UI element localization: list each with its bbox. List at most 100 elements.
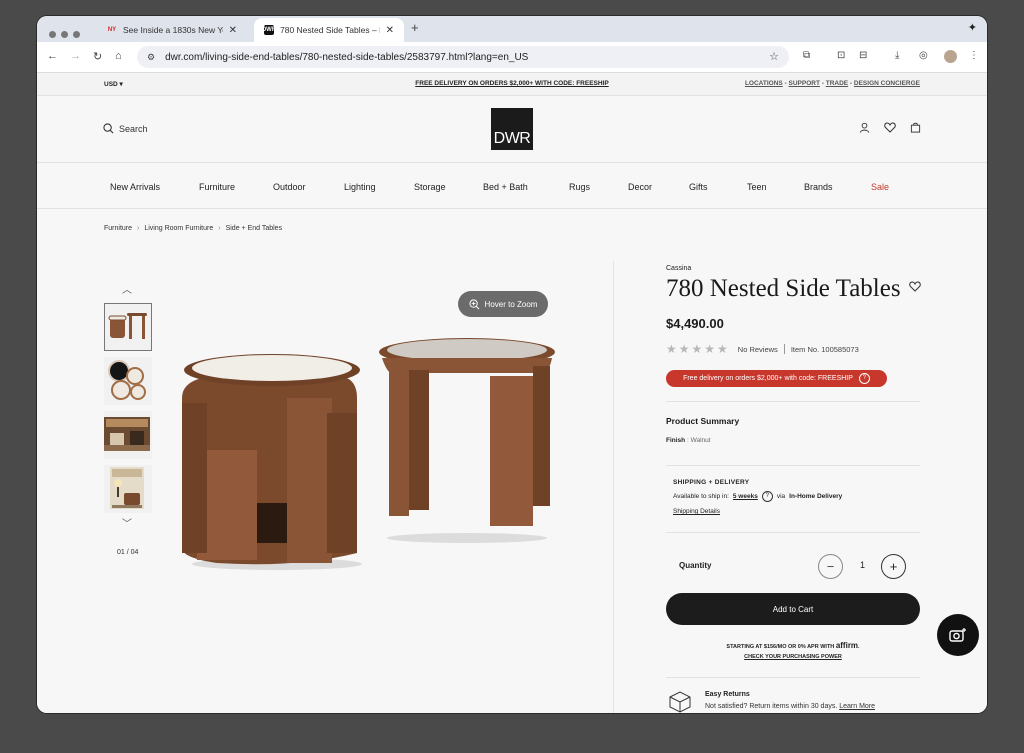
nav-sale[interactable]: Sale (871, 182, 889, 192)
nav-furniture[interactable]: Furniture (199, 182, 235, 192)
site-settings-icon[interactable]: ⚙ (147, 52, 155, 63)
help-circle-icon[interactable]: ? (858, 373, 870, 384)
locations-link[interactable]: LOCATIONS (745, 80, 783, 87)
web-page: USD ▾ FREE DELIVERY ON ORDERS $2,000+ WI… (37, 73, 987, 713)
product-main-image[interactable] (177, 328, 577, 588)
favorite-heart-icon[interactable] (909, 281, 921, 292)
divider (666, 465, 920, 466)
bookmark-star-icon[interactable]: ☆ (769, 50, 779, 63)
tab-search-icon[interactable]: ⊟ (859, 50, 867, 61)
help-circle-icon[interactable]: ? (761, 491, 773, 502)
utility-bar: USD ▾ FREE DELIVERY ON ORDERS $2,000+ WI… (37, 73, 987, 96)
add-to-cart-button[interactable]: Add to Cart (666, 593, 920, 625)
camera-search-button[interactable] (937, 614, 979, 656)
close-tab-icon[interactable]: ✕ (386, 25, 394, 36)
quantity-label: Quantity (679, 561, 712, 570)
free-delivery-text: Free delivery on orders $2,000+ with cod… (683, 375, 853, 382)
nav-bed-bath[interactable]: Bed + Bath (483, 182, 528, 192)
thumbnail-image (108, 313, 147, 339)
thumbnail-1[interactable] (104, 303, 152, 351)
star-rating-icon[interactable]: ★★★★★ (666, 342, 730, 356)
tab-title: 780 Nested Side Tables – De (280, 25, 380, 35)
reviews-count[interactable]: No Reviews (738, 345, 778, 354)
url-text: dwr.com/living-side-end-tables/780-neste… (165, 51, 529, 63)
camera-icon (949, 628, 966, 642)
close-tab-icon[interactable]: ✕ (229, 25, 237, 36)
lead-time-link[interactable]: 5 weeks (733, 493, 758, 500)
breadcrumb-side-end-tables[interactable]: Side + End Tables (226, 225, 283, 232)
delivery-method: In-Home Delivery (789, 493, 843, 500)
maximize-window-button[interactable] (73, 31, 80, 38)
thumbnail-4[interactable] (104, 465, 152, 513)
address-bar[interactable]: ⚙ dwr.com/living-side-end-tables/780-nes… (137, 46, 789, 68)
tab-favicon: NY (107, 27, 117, 33)
lens-icon[interactable]: ⊡ (837, 50, 845, 61)
search-label: Search (119, 123, 148, 134)
menu-kebab-icon[interactable]: ⋮ (969, 50, 979, 61)
finish-value: Walnut (690, 437, 711, 444)
download-icon[interactable]: ⤓ (895, 50, 899, 61)
shipping-details-link[interactable]: Shipping Details (673, 508, 842, 515)
shopping-bag-icon[interactable] (910, 122, 921, 133)
dwr-logo[interactable]: DWR (491, 108, 533, 150)
thumbnail-image (108, 360, 146, 400)
forward-icon[interactable]: → (70, 50, 81, 62)
browser-tab-2[interactable]: DWR 780 Nested Side Tables – De ✕ (254, 18, 404, 42)
browser-toolbar: ← → ↻ ⌂ ⚙ dwr.com/living-side-end-tables… (37, 42, 987, 73)
affirm-logo: affirm (835, 641, 859, 650)
finish-row: Finish : Walnut (666, 437, 711, 444)
finish-label: Finish (666, 437, 686, 444)
product-title: 780 Nested Side Tables (666, 275, 901, 302)
search-button[interactable]: Search (103, 123, 148, 134)
shipping-section: SHIPPING + DELIVERY Available to ship in… (673, 479, 842, 515)
browser-tab-1[interactable]: NY See Inside a 1830s New York ✕ (97, 18, 247, 42)
extensions-icon[interactable]: ⧉ (803, 50, 810, 61)
home-icon[interactable]: ⌂ (115, 50, 122, 62)
quantity-increase-button[interactable]: + (881, 554, 906, 579)
nav-outdoor[interactable]: Outdoor (273, 182, 306, 192)
close-window-button[interactable] (49, 31, 56, 38)
account-icon[interactable] (859, 122, 870, 133)
minimize-window-button[interactable] (61, 31, 68, 38)
thumbnails-down-chevron-icon[interactable]: ﹀ (122, 515, 132, 530)
nav-brands[interactable]: Brands (804, 182, 833, 192)
nav-decor[interactable]: Decor (628, 182, 652, 192)
thumbnail-3[interactable] (104, 411, 152, 459)
shipping-heading: SHIPPING + DELIVERY (673, 479, 750, 486)
shipping-availability: Available to ship in: 5 weeks ? via In-H… (673, 491, 843, 502)
performance-icon[interactable]: ◎ (919, 50, 928, 61)
thumbnail-2[interactable] (104, 357, 152, 405)
nav-rugs[interactable]: Rugs (569, 182, 590, 192)
design-concierge-link[interactable]: DESIGN CONCIERGE (854, 80, 920, 87)
check-purchasing-power-link[interactable]: CHECK YOUR PURCHASING POWER (666, 652, 920, 662)
quantity-value[interactable]: 1 (860, 560, 865, 570)
chevron-right-icon: › (137, 225, 140, 232)
trade-link[interactable]: TRADE (826, 80, 848, 87)
back-icon[interactable]: ← (47, 50, 58, 62)
breadcrumb-living-room[interactable]: Living Room Furniture (144, 225, 213, 232)
nav-new-arrivals[interactable]: New Arrivals (110, 182, 160, 192)
sparkle-icon[interactable]: ✦ (968, 21, 977, 34)
reload-icon[interactable]: ↻ (93, 50, 102, 63)
returns-box-icon (669, 691, 691, 713)
nav-storage[interactable]: Storage (414, 182, 446, 192)
learn-more-link[interactable]: Learn More (839, 703, 875, 710)
nav-lighting[interactable]: Lighting (344, 182, 376, 192)
support-link[interactable]: SUPPORT (789, 80, 820, 87)
product-summary-heading: Product Summary (666, 416, 740, 426)
wishlist-heart-icon[interactable] (884, 122, 896, 133)
breadcrumb-furniture[interactable]: Furniture (104, 225, 132, 232)
nav-gifts[interactable]: Gifts (689, 182, 708, 192)
tab-favicon: DWR (261, 25, 277, 35)
thumbnails-up-chevron-icon[interactable]: ︿ (122, 281, 132, 296)
breadcrumb: Furniture › Living Room Furniture › Side + E… (104, 225, 282, 232)
quantity-decrease-button[interactable]: − (818, 554, 843, 579)
rating-row: ★★★★★ No Reviews Item No. 100585073 (666, 342, 859, 356)
product-brand[interactable]: Cassina (666, 265, 691, 272)
new-tab-icon[interactable]: + (411, 20, 419, 35)
browser-window: NY See Inside a 1830s New York ✕ DWR 780… (37, 16, 987, 713)
profile-avatar[interactable] (944, 50, 957, 63)
nav-teen[interactable]: Teen (747, 182, 767, 192)
hover-to-zoom-badge[interactable]: Hover to Zoom (458, 291, 548, 317)
column-divider (613, 261, 614, 713)
